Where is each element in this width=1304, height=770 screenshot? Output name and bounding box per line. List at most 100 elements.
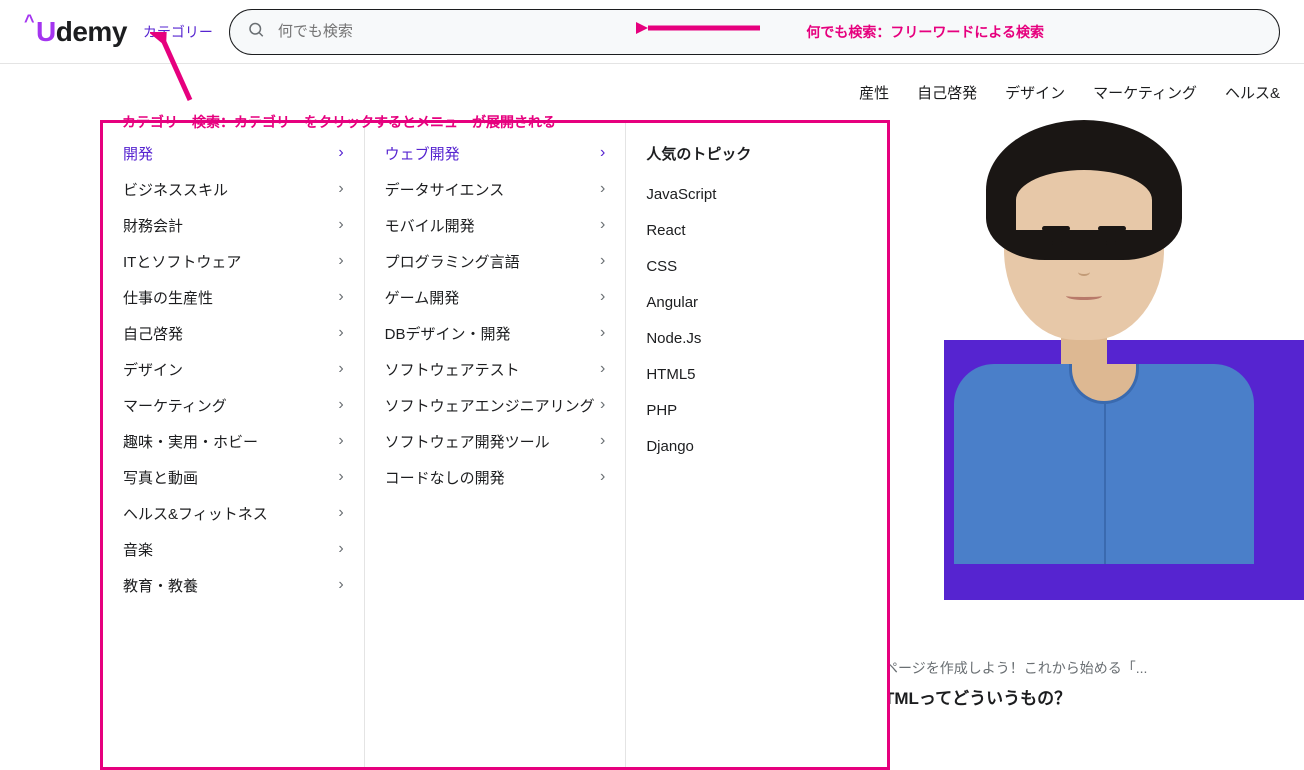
topic-item[interactable]: PHP bbox=[626, 392, 887, 428]
subcategory-label: ソフトウェア開発ツール bbox=[385, 431, 550, 452]
topic-item[interactable]: React bbox=[626, 212, 887, 248]
category-item[interactable]: マーケティング › bbox=[103, 387, 364, 423]
subcategory-label: データサイエンス bbox=[385, 179, 505, 200]
chevron-right-icon: › bbox=[600, 360, 605, 378]
chevron-right-icon: › bbox=[338, 468, 343, 486]
subcategory-label: コードなしの開発 bbox=[385, 467, 505, 488]
chevron-right-icon: › bbox=[338, 216, 343, 234]
annotation-category: カテゴリー検索：カテゴリーをクリックするとメニューが展開される bbox=[122, 112, 556, 132]
subcategory-item[interactable]: データサイエンス › bbox=[365, 171, 626, 207]
chevron-right-icon: › bbox=[600, 432, 605, 450]
subcategory-label: ゲーム開発 bbox=[385, 287, 460, 308]
chevron-right-icon: › bbox=[338, 288, 343, 306]
chevron-right-icon: › bbox=[600, 252, 605, 270]
subcategory-item[interactable]: ソフトウェアテスト › bbox=[365, 351, 626, 387]
subcategory-item[interactable]: ソフトウェア開発ツール › bbox=[365, 423, 626, 459]
hero-person bbox=[954, 140, 1214, 564]
category-item[interactable]: 写真と動画 › bbox=[103, 459, 364, 495]
chevron-right-icon: › bbox=[338, 360, 343, 378]
popular-topics-title: 人気のトピック bbox=[626, 135, 887, 176]
subcategory-item[interactable]: コードなしの開発 › bbox=[365, 459, 626, 495]
category-label: ITとソフトウェア bbox=[123, 251, 241, 272]
logo-u: U bbox=[36, 16, 56, 48]
category-label: 財務会計 bbox=[123, 215, 183, 236]
subcategory-item[interactable]: DBデザイン・開発 › bbox=[365, 315, 626, 351]
subcategory-item[interactable]: プログラミング言語 › bbox=[365, 243, 626, 279]
topic-item[interactable]: JavaScript bbox=[626, 176, 887, 212]
category-item[interactable]: デザイン › bbox=[103, 351, 364, 387]
chevron-right-icon: › bbox=[338, 180, 343, 198]
search-icon bbox=[247, 20, 265, 43]
chevron-right-icon: › bbox=[338, 396, 343, 414]
mega-col-2: ウェブ開発›データサイエンス›モバイル開発›プログラミング言語›ゲーム開発›DB… bbox=[364, 123, 626, 767]
nav-item-marketing[interactable]: マーケティング bbox=[1093, 82, 1197, 103]
nav-item-design[interactable]: デザイン bbox=[1005, 82, 1065, 103]
category-item[interactable]: 仕事の生産性 › bbox=[103, 279, 364, 315]
chevron-right-icon: › bbox=[600, 288, 605, 306]
category-item[interactable]: 趣味・実用・ホビー › bbox=[103, 423, 364, 459]
subcategory-item[interactable]: モバイル開発› bbox=[365, 207, 626, 243]
category-label: 教育・教養 bbox=[123, 575, 198, 596]
chevron-right-icon: › bbox=[600, 324, 605, 342]
course-title: TMLってどういうもの？ bbox=[884, 685, 1170, 712]
nav-item-self[interactable]: 自己啓発 bbox=[917, 82, 977, 103]
chevron-right-icon: › bbox=[338, 252, 343, 270]
category-label: 仕事の生産性 bbox=[123, 287, 213, 308]
nav-item-health[interactable]: ヘルス& bbox=[1225, 82, 1280, 103]
category-label: 音楽 bbox=[123, 539, 153, 560]
chevron-right-icon: › bbox=[600, 468, 605, 486]
category-label: 自己啓発 bbox=[123, 323, 183, 344]
topic-item[interactable]: Django bbox=[626, 428, 887, 464]
logo-hat-icon: ^ bbox=[24, 11, 34, 32]
hero-image bbox=[864, 120, 1304, 600]
subcategory-label: ソフトウェアエンジニアリング bbox=[385, 395, 595, 416]
category-label: ビジネススキル bbox=[123, 179, 228, 200]
category-item[interactable]: ヘルス&フィットネス › bbox=[103, 495, 364, 531]
mega-menu: 開発›ビジネススキル›財務会計›ITとソフトウェア›仕事の生産性›自己啓発›デザ… bbox=[100, 120, 890, 770]
chevron-right-icon: › bbox=[338, 432, 343, 450]
chevron-right-icon: › bbox=[338, 540, 343, 558]
subcategory-item[interactable]: ウェブ開発 › bbox=[365, 135, 626, 171]
chevron-right-icon: › bbox=[338, 504, 343, 522]
topic-item[interactable]: CSS bbox=[626, 248, 887, 284]
category-label: ヘルス&フィットネス bbox=[123, 503, 268, 524]
mega-col-1: 開発›ビジネススキル›財務会計›ITとソフトウェア›仕事の生産性›自己啓発›デザ… bbox=[103, 123, 364, 767]
subcategory-label: プログラミング言語 bbox=[385, 251, 520, 272]
topic-item[interactable]: Angular bbox=[626, 284, 887, 320]
chevron-right-icon: › bbox=[600, 216, 605, 234]
logo[interactable]: ^ Udemy bbox=[24, 16, 127, 48]
annotation-search: 何でも検索：フリーワードによる検索 bbox=[806, 22, 1044, 42]
subcategory-item[interactable]: ゲーム開発 › bbox=[365, 279, 626, 315]
mega-col-3: 人気のトピック JavaScriptReactCSSAngularNode.Js… bbox=[625, 123, 887, 767]
arrow-category-icon bbox=[150, 32, 200, 106]
category-item[interactable]: 開発 › bbox=[103, 135, 364, 171]
subcategory-label: ウェブ開発 bbox=[385, 143, 460, 164]
course-card[interactable]: ページを作成しよう！これから始める「... TMLってどういうもの？ bbox=[872, 645, 1182, 725]
category-label: デザイン bbox=[123, 359, 183, 380]
chevron-right-icon: › bbox=[600, 180, 605, 198]
topic-item[interactable]: Node.Js bbox=[626, 320, 887, 356]
category-label: マーケティング bbox=[123, 395, 227, 416]
chevron-right-icon: › bbox=[600, 144, 605, 162]
course-subtitle: ページを作成しよう！これから始める「... bbox=[884, 657, 1170, 679]
category-label: 開発 bbox=[123, 143, 153, 164]
chevron-right-icon: › bbox=[338, 324, 343, 342]
category-item[interactable]: ITとソフトウェア › bbox=[103, 243, 364, 279]
category-item[interactable]: 財務会計 › bbox=[103, 207, 364, 243]
subcategory-item[interactable]: ソフトウェアエンジニアリング › bbox=[365, 387, 626, 423]
chevron-right-icon: › bbox=[600, 396, 605, 414]
subcategory-label: ソフトウェアテスト bbox=[385, 359, 520, 380]
category-item[interactable]: 教育・教養 › bbox=[103, 567, 364, 603]
category-item[interactable]: ビジネススキル › bbox=[103, 171, 364, 207]
logo-text: demy bbox=[56, 16, 127, 48]
category-label: 写真と動画 bbox=[123, 467, 198, 488]
category-item[interactable]: 音楽 › bbox=[103, 531, 364, 567]
nav-item-productivity[interactable]: 産性 bbox=[859, 82, 889, 103]
arrow-search-icon bbox=[636, 14, 766, 40]
topic-item[interactable]: HTML5 bbox=[626, 356, 887, 392]
chevron-right-icon: › bbox=[338, 576, 343, 594]
subcategory-label: DBデザイン・開発 bbox=[385, 323, 511, 344]
category-label: 趣味・実用・ホビー bbox=[123, 431, 258, 452]
chevron-right-icon: › bbox=[338, 144, 343, 162]
category-item[interactable]: 自己啓発 › bbox=[103, 315, 364, 351]
